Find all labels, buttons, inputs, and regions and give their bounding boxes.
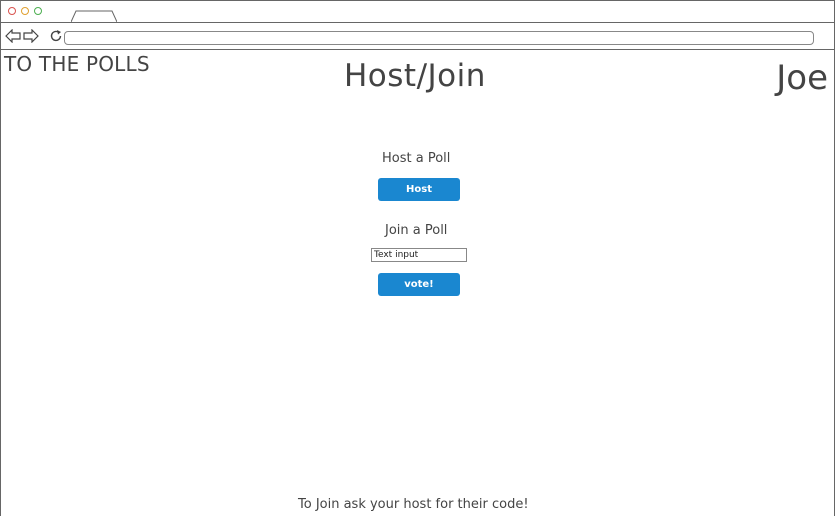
back-arrow-icon[interactable]: [5, 29, 21, 43]
user-name[interactable]: Joe: [776, 58, 828, 98]
host-section-label: Host a Poll: [382, 151, 451, 166]
reload-icon[interactable]: [49, 29, 63, 43]
vote-button[interactable]: vote!: [378, 273, 460, 296]
address-bar: [1, 23, 834, 50]
close-dot-icon[interactable]: [8, 7, 16, 15]
host-button[interactable]: Host: [378, 178, 460, 201]
minimize-dot-icon[interactable]: [21, 7, 29, 15]
app-brand[interactable]: TO THE POLLS: [4, 52, 150, 76]
maximize-dot-icon[interactable]: [34, 7, 42, 15]
join-section-label: Join a Poll: [385, 223, 448, 238]
poll-code-input[interactable]: [371, 248, 467, 262]
page-content: TO THE POLLS Host/Join Joe Host a Poll H…: [1, 50, 834, 516]
title-bar: [1, 1, 834, 23]
page-title: Host/Join: [344, 58, 486, 94]
url-field[interactable]: [64, 31, 814, 45]
browser-tab[interactable]: [71, 10, 117, 22]
footer-note: To Join ask your host for their code!: [298, 497, 529, 512]
forward-arrow-icon[interactable]: [23, 29, 39, 43]
browser-window: TO THE POLLS Host/Join Joe Host a Poll H…: [0, 0, 835, 516]
